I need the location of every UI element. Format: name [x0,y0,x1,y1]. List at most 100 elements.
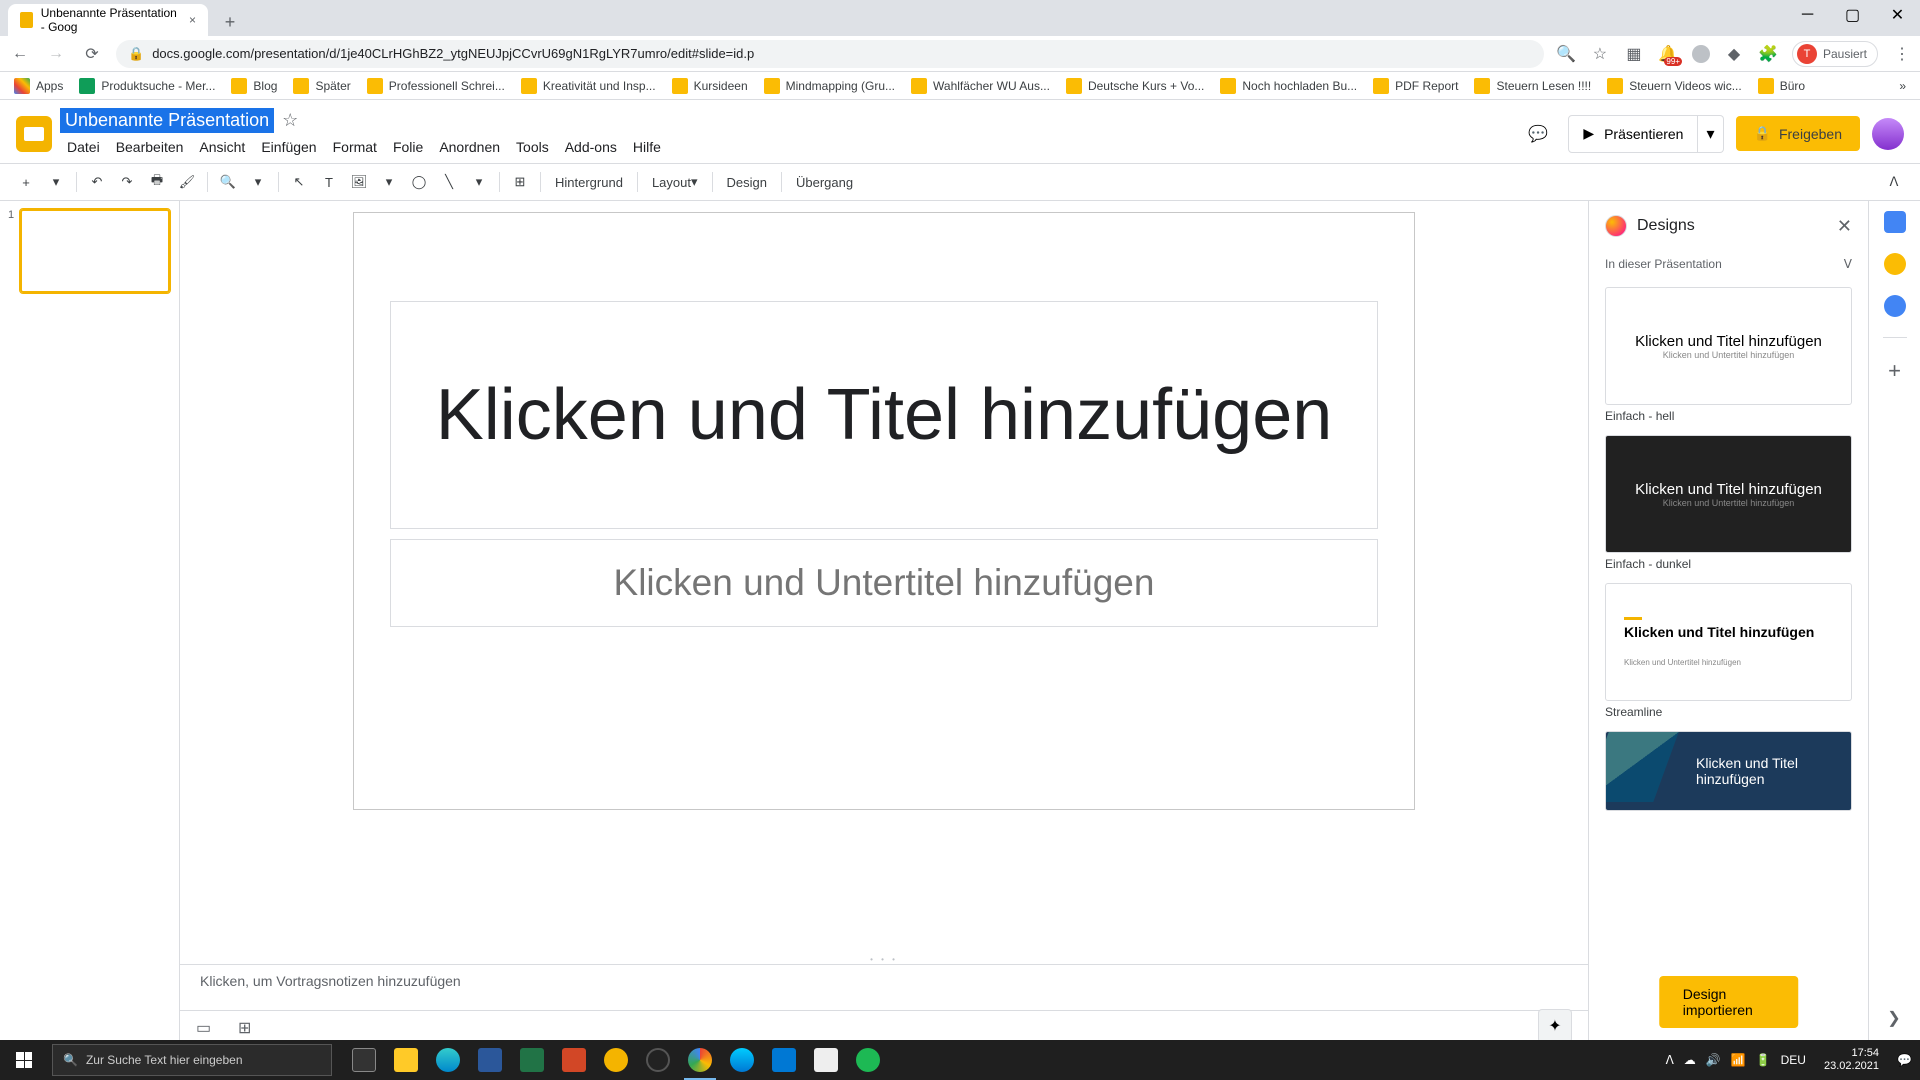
transition-button[interactable]: Übergang [788,168,861,196]
layout-button[interactable]: Layout ▾ [644,168,706,196]
bookmark-apps[interactable]: Apps [8,76,69,96]
filmstrip-view-icon[interactable]: ▭ [196,1018,218,1034]
slide-canvas[interactable]: Klicken und Titel hinzufügen Klicken und… [354,213,1414,809]
bookmark-item[interactable]: Produktsuche - Mer... [73,76,221,96]
bookmark-item[interactable]: Noch hochladen Bu... [1214,76,1363,96]
bookmarks-overflow-icon[interactable]: » [1893,77,1912,95]
excel-icon[interactable] [512,1040,552,1080]
title-placeholder[interactable]: Klicken und Titel hinzufügen [390,301,1378,529]
close-panel-icon[interactable]: ✕ [1837,216,1852,237]
theme-simple-light[interactable]: Klicken und Titel hinzufügen Klicken und… [1605,287,1852,405]
explore-button[interactable]: ✦ [1538,1009,1572,1043]
grid-view-icon[interactable]: ⊞ [238,1018,260,1034]
add-addon-icon[interactable]: + [1888,358,1901,384]
qr-icon[interactable]: ▦ [1624,44,1644,64]
notepad-icon[interactable] [806,1040,846,1080]
edge-new-icon[interactable] [722,1040,762,1080]
zoom-icon[interactable]: 🔍 [1556,44,1576,64]
clock[interactable]: 17:54 23.02.2021 [1816,1047,1887,1073]
spotify-icon[interactable] [848,1040,888,1080]
slide-thumbnail[interactable] [20,209,170,293]
start-button[interactable] [0,1040,48,1080]
new-slide-dropdown[interactable]: ▾ [42,168,70,196]
menu-format[interactable]: Format [326,135,384,159]
address-bar[interactable]: 🔒 docs.google.com/presentation/d/1je40CL… [116,40,1544,68]
present-dropdown[interactable]: ▾ [1698,115,1723,153]
extension-bell-icon[interactable]: 🔔99+ [1658,44,1678,64]
menu-edit[interactable]: Bearbeiten [109,135,191,159]
chrome-icon[interactable] [680,1040,720,1080]
keep-icon[interactable] [1884,253,1906,275]
star-button[interactable]: ☆ [282,110,298,131]
extensions-puzzle-icon[interactable]: 🧩 [1758,44,1778,64]
comments-icon[interactable]: 💬 [1520,116,1556,152]
bookmark-item[interactable]: Steuern Lesen !!!! [1468,76,1597,96]
reload-icon[interactable]: ⟳ [80,42,104,66]
show-side-panel-icon[interactable]: ❯ [1882,1006,1906,1030]
shape-icon[interactable]: ◯ [405,168,433,196]
bookmark-item[interactable]: Kursideen [666,76,754,96]
menu-addons[interactable]: Add-ons [558,135,624,159]
bookmark-item[interactable]: Blog [225,76,283,96]
bookmark-item[interactable]: Deutsche Kurs + Vo... [1060,76,1210,96]
maximize-icon[interactable]: ▢ [1830,0,1875,30]
designs-section-toggle[interactable]: In dieser Präsentationᐯ [1589,251,1868,277]
theme-simple-dark[interactable]: Klicken und Titel hinzufügen Klicken und… [1605,435,1852,553]
menu-view[interactable]: Ansicht [192,135,252,159]
undo-icon[interactable]: ↶ [83,168,111,196]
notes-drag-handle[interactable]: • • • [180,954,1588,964]
calendar-icon[interactable] [1884,211,1906,233]
language-indicator[interactable]: DEU [1781,1053,1806,1067]
app-icon[interactable] [596,1040,636,1080]
speaker-notes[interactable]: Klicken, um Vortragsnotizen hinzuzufügen [180,964,1588,1010]
present-button[interactable]: ▶ Präsentieren [1568,115,1698,153]
line-icon[interactable]: ╲ [435,168,463,196]
menu-dots-icon[interactable]: ⋮ [1892,44,1912,64]
close-tab-icon[interactable]: × [189,13,196,27]
star-icon[interactable]: ☆ [1590,44,1610,64]
forward-icon[interactable]: → [44,42,68,66]
theme-focus[interactable]: Klicken und Titel hinzufügen [1605,731,1852,811]
obs-icon[interactable] [638,1040,678,1080]
tasks-icon[interactable] [1884,295,1906,317]
background-button[interactable]: Hintergrund [547,168,631,196]
new-tab-button[interactable]: + [216,8,244,36]
bookmark-item[interactable]: PDF Report [1367,76,1464,96]
onedrive-icon[interactable]: ☁ [1684,1053,1696,1067]
menu-arrange[interactable]: Anordnen [432,135,507,159]
share-button[interactable]: 🔒 Freigeben [1736,116,1860,151]
collapse-toolbar-icon[interactable]: ᐱ [1880,168,1908,196]
new-slide-button[interactable]: + [12,168,40,196]
select-tool-icon[interactable]: ↖ [285,168,313,196]
bookmark-item[interactable]: Wahlfächer WU Aus... [905,76,1056,96]
tray-chevron-icon[interactable]: ᐱ [1666,1053,1674,1067]
menu-help[interactable]: Hilfe [626,135,668,159]
theme-streamline[interactable]: Klicken und Titel hinzufügen Klicken und… [1605,583,1852,701]
back-icon[interactable]: ← [8,42,32,66]
battery-icon[interactable]: 🔋 [1756,1053,1771,1067]
image-dropdown[interactable]: ▾ [375,168,403,196]
menu-tools[interactable]: Tools [509,135,556,159]
minimize-icon[interactable]: ─ [1785,0,1830,30]
import-design-button[interactable]: Design importieren [1659,976,1799,1028]
taskbar-search[interactable]: 🔍 Zur Suche Text hier eingeben [52,1044,332,1076]
bookmark-item[interactable]: Professionell Schrei... [361,76,511,96]
design-button[interactable]: Design [719,168,775,196]
bookmark-item[interactable]: Steuern Videos wic... [1601,76,1748,96]
browser-tab[interactable]: Unbenannte Präsentation - Goog × [8,4,208,36]
user-avatar[interactable] [1872,118,1904,150]
edge-icon[interactable] [428,1040,468,1080]
notifications-icon[interactable]: 💬 [1897,1053,1912,1067]
menu-insert[interactable]: Einfügen [254,135,323,159]
app-icon[interactable] [764,1040,804,1080]
document-title-input[interactable]: Unbenannte Präsentation [60,108,274,133]
word-icon[interactable] [470,1040,510,1080]
extension-icon-2[interactable]: ◆ [1724,44,1744,64]
bookmark-item[interactable]: Büro [1752,76,1811,96]
textbox-icon[interactable]: T [315,168,343,196]
paint-format-icon[interactable]: 🖌 [173,168,201,196]
bookmark-item[interactable]: Kreativität und Insp... [515,76,662,96]
comment-add-icon[interactable]: ⊞ [506,168,534,196]
print-icon[interactable]: 🖶 [143,168,171,196]
wifi-icon[interactable]: 📶 [1731,1053,1746,1067]
